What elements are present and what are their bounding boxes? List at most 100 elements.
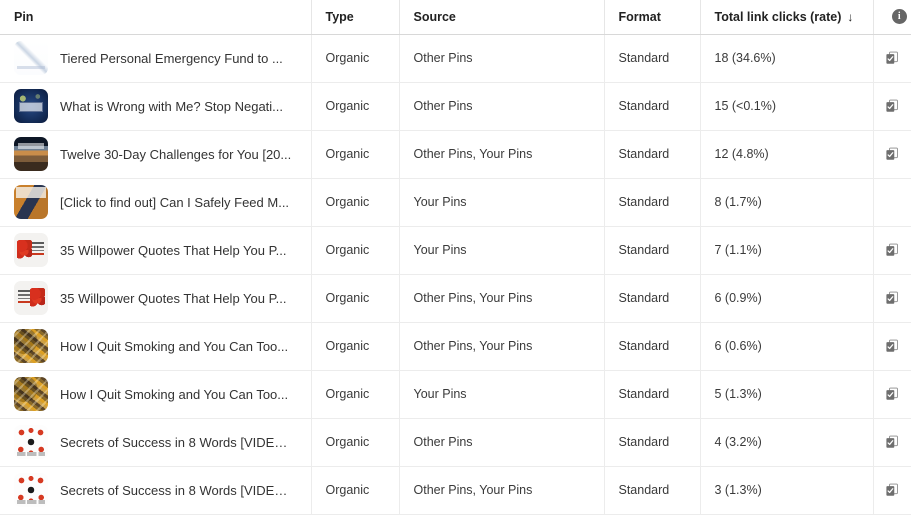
success-infographic-thumbnail[interactable] — [14, 473, 48, 507]
cell-action — [873, 370, 911, 419]
cell-total-link-clicks: 8 (1.7%) — [700, 178, 874, 227]
line-chart-thumbnail[interactable] — [14, 41, 48, 75]
pin-title[interactable]: [Click to find out] Can I Safely Feed M.… — [60, 195, 289, 210]
cell-pin[interactable]: Secrets of Success in 8 Words [VIDEO... — [0, 466, 312, 515]
cell-pin[interactable]: [Click to find out] Can I Safely Feed M.… — [0, 178, 312, 227]
copy-icon[interactable] — [885, 147, 899, 161]
cigarette-butts-thumbnail[interactable] — [14, 329, 48, 363]
pin-title[interactable]: How I Quit Smoking and You Can Too... — [60, 387, 288, 402]
column-header-source[interactable]: Source — [399, 0, 605, 35]
column-header-total-link-clicks[interactable]: Total link clicks (rate) ↓ — [700, 0, 874, 35]
cell-source: Other Pins — [399, 34, 605, 83]
copy-icon[interactable] — [885, 387, 899, 401]
table-row[interactable]: How I Quit Smoking and You Can Too... Org… — [0, 322, 911, 371]
cell-type: Organic — [311, 82, 400, 131]
info-icon[interactable]: i — [891, 9, 907, 25]
column-header-format-label: Format — [618, 9, 661, 24]
column-header-total-link-clicks-label: Total link clicks (rate) — [714, 9, 842, 24]
cell-type: Organic — [311, 370, 400, 419]
pin-title[interactable]: Secrets of Success in 8 Words [VIDEO... — [60, 435, 292, 450]
cell-source: Your Pins — [399, 178, 605, 227]
cell-format: Standard — [604, 418, 701, 467]
cell-source: Other Pins — [399, 418, 605, 467]
cell-total-link-clicks: 6 (0.6%) — [700, 322, 874, 371]
cell-action — [873, 178, 911, 227]
cell-format: Standard — [604, 130, 701, 179]
table-row[interactable]: Tiered Personal Emergency Fund to ... Org… — [0, 34, 911, 83]
copy-icon[interactable] — [885, 51, 899, 65]
copy-icon[interactable] — [885, 339, 899, 353]
column-header-info: i — [873, 0, 911, 35]
berries-right-thumbnail[interactable] — [14, 281, 48, 315]
cell-pin[interactable]: How I Quit Smoking and You Can Too... — [0, 322, 312, 371]
cell-type: Organic — [311, 322, 400, 371]
cell-action — [873, 274, 911, 323]
table-header: Pin Type Source Format Total link clicks… — [0, 0, 911, 35]
copy-icon[interactable] — [885, 291, 899, 305]
berries-left-thumbnail[interactable] — [14, 233, 48, 267]
cell-action — [873, 418, 911, 467]
cell-pin[interactable]: Secrets of Success in 8 Words [VIDEO... — [0, 418, 312, 467]
cell-pin[interactable]: Twelve 30-Day Challenges for You [20... — [0, 130, 312, 179]
table-row[interactable]: Secrets of Success in 8 Words [VIDEO... O… — [0, 418, 911, 467]
cell-action — [873, 34, 911, 83]
cell-source: Other Pins — [399, 82, 605, 131]
cell-pin[interactable]: 35 Willpower Quotes That Help You P... — [0, 226, 312, 275]
desert-road-thumbnail[interactable] — [14, 137, 48, 171]
table-row[interactable]: 35 Willpower Quotes That Help You P... Or… — [0, 274, 911, 323]
cell-format: Standard — [604, 226, 701, 275]
cell-action — [873, 130, 911, 179]
column-header-type-label: Type — [325, 9, 354, 24]
pin-title[interactable]: Twelve 30-Day Challenges for You [20... — [60, 147, 291, 162]
table-row[interactable]: 35 Willpower Quotes That Help You P... Or… — [0, 226, 911, 275]
cell-pin[interactable]: Tiered Personal Emergency Fund to ... — [0, 34, 312, 83]
pin-title[interactable]: How I Quit Smoking and You Can Too... — [60, 339, 288, 354]
pin-title[interactable]: 35 Willpower Quotes That Help You P... — [60, 243, 286, 258]
cell-format: Standard — [604, 274, 701, 323]
cell-pin[interactable]: What is Wrong with Me? Stop Negati... — [0, 82, 312, 131]
copy-icon[interactable] — [885, 435, 899, 449]
pin-title[interactable]: Secrets of Success in 8 Words [VIDEO... — [60, 483, 292, 498]
cell-total-link-clicks: 5 (1.3%) — [700, 370, 874, 419]
cell-type: Organic — [311, 466, 400, 515]
cell-source: Your Pins — [399, 226, 605, 275]
pin-title[interactable]: What is Wrong with Me? Stop Negati... — [60, 99, 283, 114]
cell-type: Organic — [311, 34, 400, 83]
cell-format: Standard — [604, 178, 701, 227]
cell-action — [873, 466, 911, 515]
cell-pin[interactable]: How I Quit Smoking and You Can Too... — [0, 370, 312, 419]
copy-icon[interactable] — [885, 99, 899, 113]
column-header-type[interactable]: Type — [311, 0, 400, 35]
cell-source: Other Pins, Your Pins — [399, 322, 605, 371]
pin-title[interactable]: Tiered Personal Emergency Fund to ... — [60, 51, 283, 66]
pin-title[interactable]: 35 Willpower Quotes That Help You P... — [60, 291, 286, 306]
success-infographic-thumbnail[interactable] — [14, 425, 48, 459]
table-row[interactable]: Twelve 30-Day Challenges for You [20... O… — [0, 130, 911, 179]
table-row[interactable]: What is Wrong with Me? Stop Negati... Org… — [0, 82, 911, 131]
cell-source: Other Pins, Your Pins — [399, 274, 605, 323]
sort-descending-arrow-icon[interactable]: ↓ — [847, 11, 853, 23]
table-row[interactable]: Secrets of Success in 8 Words [VIDEO... O… — [0, 466, 911, 515]
cell-format: Standard — [604, 370, 701, 419]
cell-source: Other Pins, Your Pins — [399, 130, 605, 179]
copy-icon-placeholder — [885, 195, 899, 209]
orange-room-thumbnail[interactable] — [14, 185, 48, 219]
column-header-pin[interactable]: Pin — [0, 0, 312, 35]
cell-pin[interactable]: 35 Willpower Quotes That Help You P... — [0, 274, 312, 323]
table-row[interactable]: How I Quit Smoking and You Can Too... Org… — [0, 370, 911, 419]
table-row[interactable]: [Click to find out] Can I Safely Feed M.… — [0, 178, 911, 227]
cigarette-butts-thumbnail[interactable] — [14, 377, 48, 411]
cell-total-link-clicks: 3 (1.3%) — [700, 466, 874, 515]
cell-type: Organic — [311, 130, 400, 179]
copy-icon[interactable] — [885, 483, 899, 497]
starry-night-thumbnail[interactable] — [14, 89, 48, 123]
cell-action — [873, 322, 911, 371]
cell-type: Organic — [311, 274, 400, 323]
cell-source: Your Pins — [399, 370, 605, 419]
cell-format: Standard — [604, 34, 701, 83]
column-header-format[interactable]: Format — [604, 0, 701, 35]
cell-action — [873, 82, 911, 131]
column-header-pin-label: Pin — [14, 9, 34, 24]
cell-format: Standard — [604, 322, 701, 371]
copy-icon[interactable] — [885, 243, 899, 257]
